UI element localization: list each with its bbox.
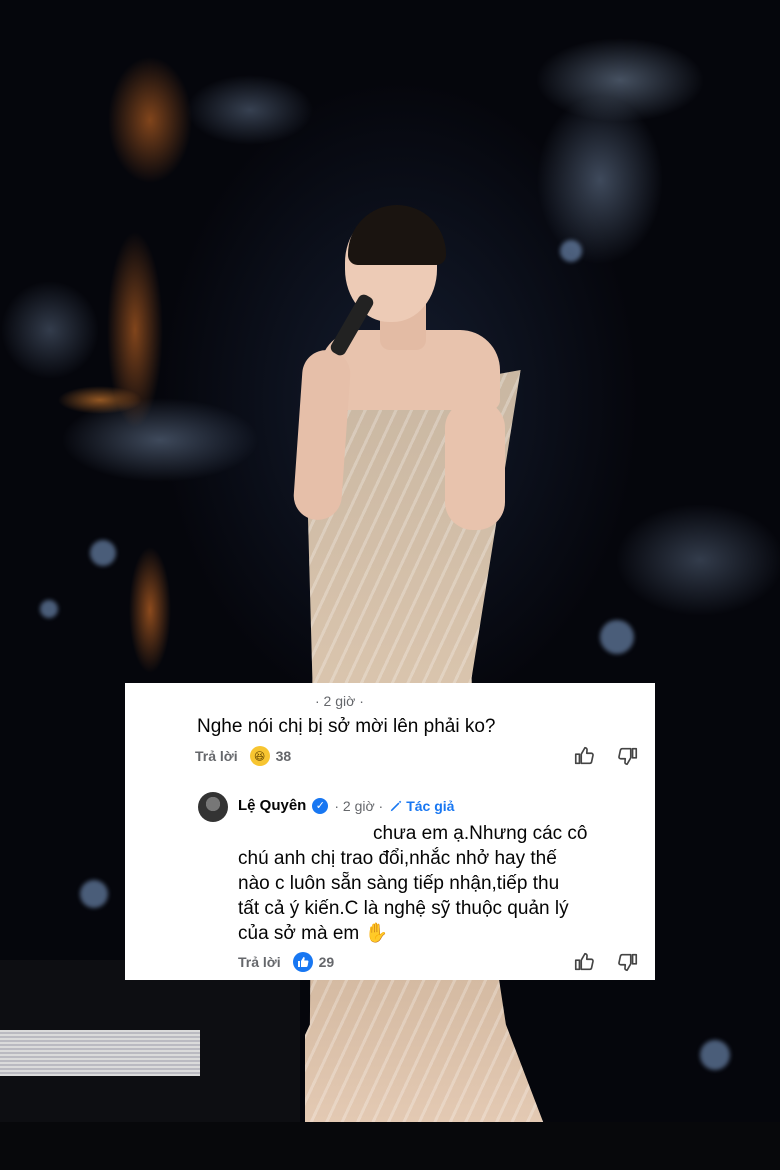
bokeh-light: [80, 880, 108, 908]
reply-vote-buttons: [573, 951, 639, 973]
concert-photo-background: [0, 0, 780, 1170]
bokeh-light: [600, 620, 634, 654]
reaction-summary[interactable]: 29: [292, 952, 335, 972]
reply-line: tất cả ý kiến.C là nghệ sỹ thuộc quản lý: [238, 898, 569, 919]
like-icon: [292, 952, 313, 972]
stage-light-bar: [0, 1030, 200, 1076]
stage-floor: [0, 1122, 780, 1170]
reply-line: của sở mà em: [238, 923, 360, 944]
reaction-count: 38: [275, 748, 292, 764]
comment-screenshot-card: · 2 giờ · Nghe nói chị bị sở mời lên phả…: [125, 683, 655, 980]
reply-header: Lệ Quyên ✓ · 2 giờ · Tác giả: [238, 797, 454, 814]
pencil-icon: [390, 800, 402, 811]
bokeh-light: [560, 240, 582, 262]
reply-button[interactable]: Trả lời: [195, 748, 238, 764]
author-badge-label: Tác giả: [406, 797, 455, 814]
author-badge: Tác giả: [389, 798, 454, 814]
reply-line: nào c luôn sẵn sàng tiếp nhận,tiếp thu: [238, 873, 560, 894]
singer-arm: [445, 400, 505, 530]
thumbs-down-icon[interactable]: [617, 951, 639, 973]
bokeh-light: [90, 540, 116, 566]
thumbs-up-icon[interactable]: [573, 745, 595, 767]
comment-vote-buttons: [573, 745, 639, 767]
thumbs-up-icon[interactable]: [573, 951, 595, 973]
singer-hair: [348, 205, 446, 265]
reply-text-continued: chú anh chị trao đổi,nhắc nhở hay thế nà…: [238, 846, 638, 946]
reaction-count: 29: [318, 954, 335, 970]
thumbs-down-icon[interactable]: [617, 745, 639, 767]
reply-button[interactable]: Trả lời: [238, 954, 281, 970]
reply-time: · 2 giờ ·: [334, 797, 384, 814]
reply-text: chưa em ạ.Nhưng các cô: [373, 821, 643, 846]
laughing-emoji-icon: 😆: [249, 746, 270, 766]
author-name[interactable]: Lệ Quyên: [238, 797, 306, 814]
verified-badge-icon: ✓: [312, 797, 329, 814]
reply-actions: Trả lời 29: [238, 952, 334, 972]
comment-text: Nghe nói chị bị sở mời lên phải ko?: [197, 716, 496, 737]
reply-last-line: của sở mà em ✋: [238, 921, 638, 946]
author-avatar[interactable]: [198, 792, 228, 822]
comment-time: · 2 giờ ·: [315, 693, 364, 709]
reply-line: chú anh chị trao đổi,nhắc nhở hay thế: [238, 848, 557, 869]
hand-emoji: ✋: [364, 923, 389, 944]
bokeh-light: [700, 1040, 730, 1070]
bokeh-light: [40, 600, 58, 618]
comment-actions: Trả lời 😆 38: [195, 746, 291, 766]
reply-line: chưa em ạ.Nhưng các cô: [373, 823, 588, 844]
reaction-summary[interactable]: 😆 38: [249, 746, 292, 766]
